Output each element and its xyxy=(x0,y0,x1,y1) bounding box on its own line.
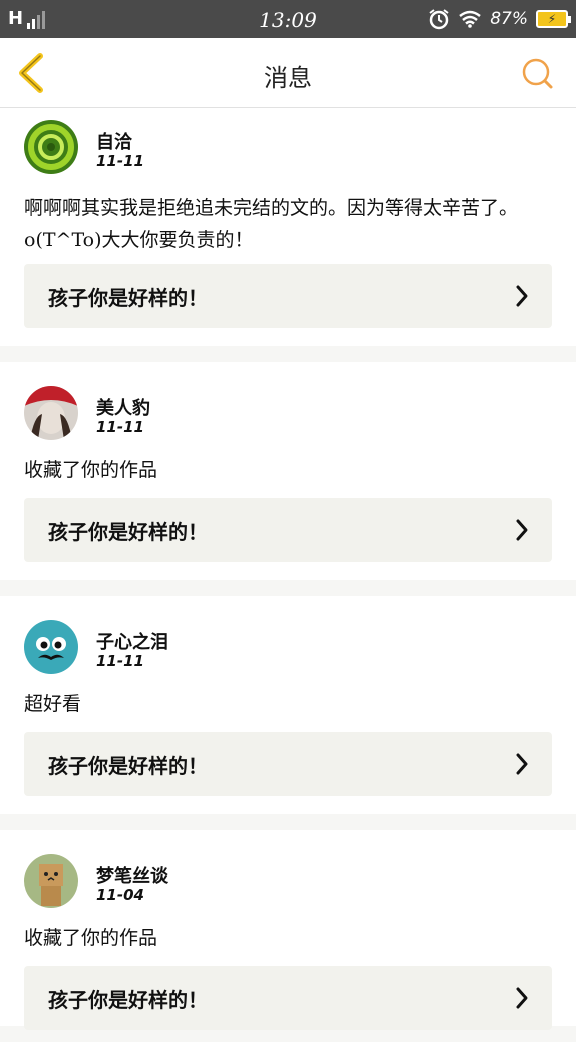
status-icons: 87% ⚡ xyxy=(428,8,571,30)
avatar[interactable] xyxy=(24,620,78,674)
message-text: 超好看 xyxy=(24,693,82,715)
work-title: 孩子你是好样的！ xyxy=(48,286,208,310)
avatar[interactable] xyxy=(24,386,78,440)
avatar[interactable] xyxy=(24,120,78,174)
search-button[interactable] xyxy=(520,56,556,92)
work-title: 孩子你是好样的！ xyxy=(48,754,208,778)
user-name[interactable]: 自洽 xyxy=(96,128,132,154)
message-feed: 自洽 11-11 啊啊啊其实我是拒绝追未完结的文的。因为等得太辛苦了。o(T^T… xyxy=(0,108,576,1042)
battery-icon: ⚡ xyxy=(536,10,571,28)
chevron-right-icon xyxy=(516,519,528,541)
alarm-icon xyxy=(429,9,449,30)
work-link[interactable]: 孩子你是好样的！ xyxy=(24,498,552,562)
message-text: 收藏了你的作品 xyxy=(24,927,158,949)
work-title: 孩子你是好样的！ xyxy=(48,988,208,1012)
message-card: 子心之泪 11-11 超好看 孩子你是好样的！ xyxy=(0,596,576,814)
work-title: 孩子你是好样的！ xyxy=(48,520,208,544)
app-header: 消息 xyxy=(0,38,576,108)
message-card: 美人豹 11-11 收藏了你的作品 孩子你是好样的！ xyxy=(0,362,576,580)
message-card: 梦笔丝谈 11-04 收藏了你的作品 孩子你是好样的！ xyxy=(0,830,576,1030)
message-date: 11-04 xyxy=(96,886,144,904)
work-link[interactable]: 孩子你是好样的！ xyxy=(24,732,552,796)
message-date: 11-11 xyxy=(96,152,144,170)
message-date: 11-11 xyxy=(96,652,144,670)
work-link[interactable]: 孩子你是好样的！ xyxy=(24,966,552,1030)
page-title: 消息 xyxy=(264,64,312,92)
message-text: 收藏了你的作品 xyxy=(24,459,158,481)
user-name[interactable]: 美人豹 xyxy=(96,394,150,420)
avatar[interactable] xyxy=(24,854,78,908)
wifi-icon xyxy=(459,10,481,28)
chevron-right-icon xyxy=(516,987,528,1009)
message-card: 自洽 11-11 啊啊啊其实我是拒绝追未完结的文的。因为等得太辛苦了。o(T^T… xyxy=(0,108,576,346)
message-text: 啊啊啊其实我是拒绝追未完结的文的。因为等得太辛苦了。o(T^To)大大你要负责的… xyxy=(24,197,519,251)
work-link[interactable]: 孩子你是好样的！ xyxy=(24,264,552,328)
status-bar: H 13:09 87% ⚡ xyxy=(0,0,576,38)
chevron-right-icon xyxy=(516,753,528,775)
chevron-right-icon xyxy=(516,285,528,307)
user-name[interactable]: 子心之泪 xyxy=(96,628,168,654)
user-name[interactable]: 梦笔丝谈 xyxy=(96,862,168,888)
battery-percent: 87% xyxy=(490,9,528,29)
search-icon xyxy=(522,58,553,89)
message-date: 11-11 xyxy=(96,418,144,436)
